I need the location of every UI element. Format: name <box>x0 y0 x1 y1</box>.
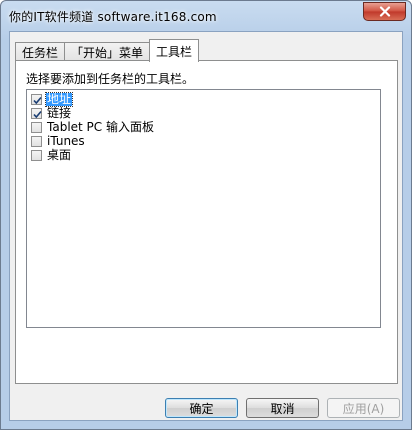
list-item-links[interactable]: 链接 <box>31 106 72 120</box>
cancel-button[interactable]: 取消 <box>246 398 319 418</box>
links-checkbox[interactable] <box>31 107 42 119</box>
apply-button[interactable]: 应用(A) <box>327 398 400 418</box>
list-item-label: Tablet PC 输入面板 <box>47 119 154 134</box>
list-item-label: 链接 <box>47 105 72 120</box>
ok-button[interactable]: 确定 <box>165 398 238 418</box>
itunes-checkbox[interactable] <box>31 135 42 147</box>
toolbars-tab-panel: 选择要添加到任务栏的工具栏。 地址 链接 Tablet PC 输入面板 iTun… <box>15 60 398 384</box>
dialog-window: 你的IT软件频道 software.it168.com 任务栏 「开始」菜单 工… <box>0 0 412 430</box>
list-item-desktop[interactable]: 桌面 <box>31 148 72 162</box>
list-item-address[interactable]: 地址 <box>31 91 74 107</box>
tab-taskbar[interactable]: 任务栏 <box>15 42 66 61</box>
list-item-label: iTunes <box>47 133 85 148</box>
list-item-label: 地址 <box>44 91 74 107</box>
tab-toolbars[interactable]: 工具栏 <box>149 39 200 62</box>
tablet-pc-checkbox[interactable] <box>31 121 42 133</box>
checkmark-icon <box>33 96 42 104</box>
list-item-tablet-pc-input-panel[interactable]: Tablet PC 输入面板 <box>31 120 155 134</box>
desktop-checkbox[interactable] <box>31 149 42 161</box>
toolbars-prompt: 选择要添加到任务栏的工具栏。 <box>26 72 195 86</box>
window-title: 你的IT软件频道 software.it168.com <box>9 10 217 24</box>
list-item-itunes[interactable]: iTunes <box>31 134 86 148</box>
dialog-button-row: 确定 取消 应用(A) <box>10 398 402 418</box>
dialog-client-area: 任务栏 「开始」菜单 工具栏 选择要添加到任务栏的工具栏。 地址 链接 Tabl… <box>9 31 403 421</box>
tab-start-menu[interactable]: 「开始」菜单 <box>64 42 151 61</box>
list-item-label: 桌面 <box>47 147 72 162</box>
close-icon <box>379 6 390 17</box>
toolbar-list[interactable]: 地址 链接 Tablet PC 输入面板 iTunes 桌面 <box>26 89 381 328</box>
tab-strip: 任务栏 「开始」菜单 工具栏 <box>15 39 200 62</box>
checkmark-icon <box>33 110 42 118</box>
title-bar[interactable]: 你的IT软件频道 software.it168.com <box>1 1 411 31</box>
address-checkbox[interactable] <box>31 93 42 105</box>
close-button[interactable] <box>363 2 406 21</box>
